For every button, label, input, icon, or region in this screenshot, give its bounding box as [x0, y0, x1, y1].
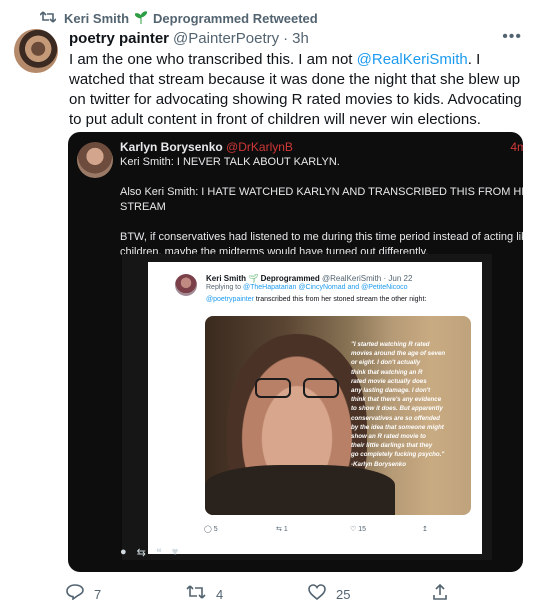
- heart-icon: ♥: [171, 546, 179, 558]
- quoted-header: Karlyn Borysenko @DrKarlynB: [120, 140, 293, 154]
- sprout-icon: 🌱︎: [248, 274, 259, 283]
- glasses-icon: [255, 378, 339, 400]
- tweet-header: poetry painter @PainterPoetry · 3h: [69, 30, 309, 47]
- quoted-reactions: ● ⇆ ❝ ♥: [120, 546, 178, 559]
- screenshot-caption: @poetrypainter transcribed this from her…: [206, 296, 426, 303]
- screenshot-like: ♡ 15: [350, 526, 367, 533]
- caption-text: transcribed this from her stoned stream …: [253, 296, 427, 303]
- screenshot-reply: ◯ 5: [204, 526, 218, 533]
- quoted-tweet[interactable]: Karlyn Borysenko @DrKarlynB 4m Keri Smit…: [68, 132, 523, 572]
- retweeter-name[interactable]: Keri Smith: [64, 11, 129, 26]
- quoted-line: Keri Smith: I NEVER TALK ABOUT KARLYN.: [120, 156, 340, 168]
- screenshot-photo: "I started watching R rated movies aroun…: [205, 316, 471, 515]
- quoted-time: 4m: [510, 140, 523, 154]
- retweet-header: Keri Smith Deprogrammed Retweeted: [39, 10, 318, 27]
- screenshot-separator: ·: [383, 274, 387, 283]
- like-count: 25: [336, 586, 351, 602]
- quoted-line: Also Keri Smith: I HATE WATCHED KARLYN A…: [120, 186, 523, 198]
- quoted-line: STREAM: [120, 201, 166, 213]
- screenshot-retweet: ⇆ 1: [276, 526, 288, 533]
- tweet-text: I am the one who transcribed this. I am …: [69, 50, 524, 130]
- screenshot-header: Keri Smith 🌱︎ Deprogrammed @RealKeriSmit…: [206, 274, 412, 283]
- quote-icon: ❝: [155, 547, 162, 559]
- like-button[interactable]: 25: [308, 584, 350, 604]
- share-button[interactable]: [432, 583, 448, 604]
- share-icon: [432, 583, 448, 604]
- reply-icon: [66, 584, 84, 604]
- mention-link[interactable]: @RealKeriSmith: [357, 51, 468, 68]
- reply-count: 7: [94, 586, 102, 602]
- screenshot-author-suffix: Deprogrammed: [260, 274, 320, 283]
- retweet-count: 4: [216, 586, 224, 602]
- avatar[interactable]: [14, 29, 58, 73]
- retweet-icon: [186, 584, 206, 604]
- person-shirt: [205, 465, 395, 515]
- caption-handle: @poetrypainter: [206, 296, 254, 303]
- heart-icon: [308, 584, 326, 604]
- author-name[interactable]: poetry painter: [69, 30, 169, 47]
- author-handle[interactable]: @PainterPoetry: [173, 30, 279, 47]
- reply-button[interactable]: 7: [66, 584, 101, 604]
- tweet-time[interactable]: 3h: [292, 30, 309, 47]
- screenshot-avatar: [175, 274, 197, 296]
- replying-handles: @TheHapatarian @CincyNomad and @PetiteNi…: [242, 284, 408, 291]
- screenshot-author-name: Keri Smith: [206, 274, 247, 283]
- quoted-author-name: Karlyn Borysenko: [120, 140, 223, 154]
- retweet-button[interactable]: 4: [186, 584, 223, 604]
- screenshot-replying: Replying to @TheHapatarian @CincyNomad a…: [206, 284, 408, 291]
- retweet-suffix: Deprogrammed Retweeted: [153, 11, 318, 26]
- more-icon[interactable]: •••: [502, 28, 522, 46]
- quoted-author-handle: @DrKarlynB: [226, 140, 293, 154]
- embedded-screenshot[interactable]: Keri Smith 🌱︎ Deprogrammed @RealKeriSmit…: [148, 262, 482, 554]
- quoted-avatar: [77, 142, 113, 178]
- screenshot-share: ↥: [422, 526, 428, 533]
- screenshot-author-handle: @RealKeriSmith: [322, 274, 382, 283]
- sprout-icon: [134, 10, 148, 27]
- retweet-icon: [39, 10, 58, 27]
- retweet-icon: ⇆: [136, 547, 146, 559]
- replying-label: Replying to: [206, 284, 242, 291]
- photo-quote-text: "I started watching R rated movies aroun…: [351, 341, 446, 468]
- separator: ·: [283, 30, 289, 47]
- bubble-icon: ●: [120, 546, 127, 558]
- screenshot-date: Jun 22: [388, 274, 413, 283]
- tweet-text-part-1: I am the one who transcribed this. I am …: [69, 51, 357, 68]
- quoted-line: BTW, if conservatives had listened to me…: [120, 231, 523, 243]
